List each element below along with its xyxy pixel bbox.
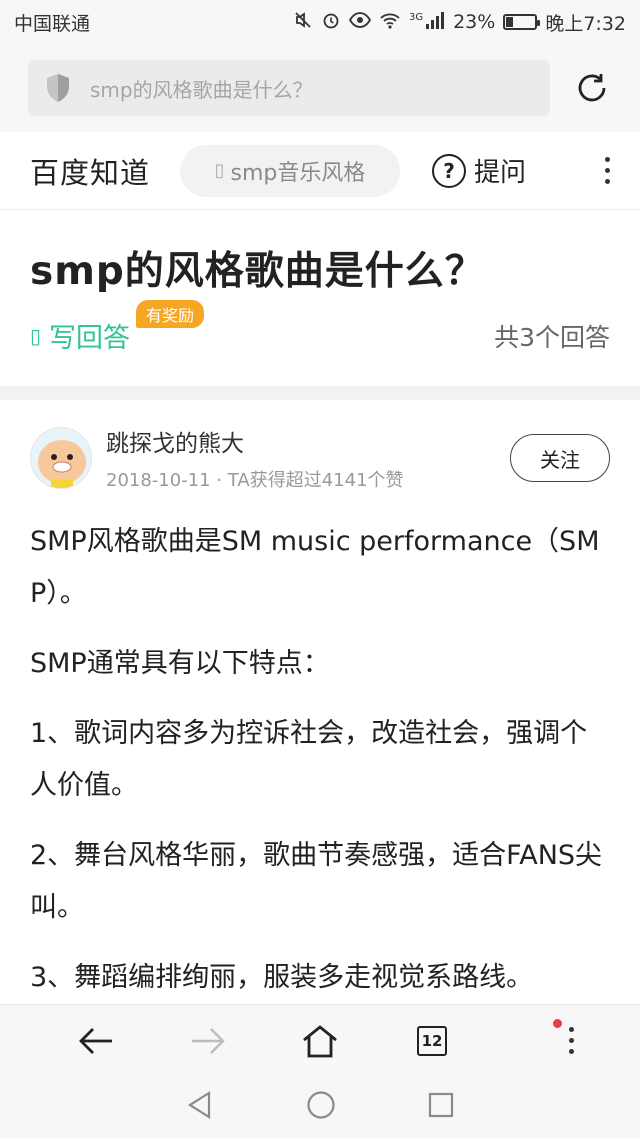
system-recents-button[interactable] xyxy=(427,1091,455,1123)
more-vertical-icon xyxy=(569,1027,574,1054)
browser-menu-button[interactable] xyxy=(514,1011,574,1071)
author-row: 跳探戈的熊大 2018-10-11 · TA获得超过4141个赞 关注 xyxy=(30,400,610,516)
follow-button[interactable]: 关注 xyxy=(510,434,610,482)
system-home-button[interactable] xyxy=(306,1090,336,1124)
browser-toolbar: 12 xyxy=(0,1004,640,1076)
battery-percent: 23% xyxy=(453,11,496,33)
ask-question-button[interactable]: ? 提问 xyxy=(432,152,526,189)
answer-paragraph: 1、歌词内容多为控诉社会，改造社会，强调个人价值。 xyxy=(30,718,588,801)
square-recents-icon xyxy=(428,1092,453,1118)
cartoon-face-icon xyxy=(31,428,91,488)
answer-paragraph: SMP风格歌曲是SM music performance（SMP）。 xyxy=(30,526,600,609)
battery-icon xyxy=(503,14,541,30)
site-logo[interactable]: 百度知道 xyxy=(30,150,150,192)
tabs-button[interactable]: 12 xyxy=(402,1011,462,1071)
url-field[interactable]: smp的风格歌曲是什么？ xyxy=(28,60,551,116)
home-button[interactable] xyxy=(290,1011,350,1071)
answer-card: 跳探戈的熊大 2018-10-11 · TA获得超过4141个赞 关注 SMP风… xyxy=(0,400,640,1004)
more-menu-icon[interactable] xyxy=(605,157,610,184)
status-bar: 中国联通 3G 23% 晚上7:32 xyxy=(0,0,640,44)
meta-separator: · xyxy=(216,470,228,491)
network-type-label: 3G xyxy=(408,11,424,23)
back-button[interactable] xyxy=(66,1011,126,1071)
avatar[interactable] xyxy=(30,427,92,489)
wifi-icon xyxy=(379,10,401,35)
question-title: smp的风格歌曲是什么？ xyxy=(30,249,485,294)
home-icon xyxy=(303,1024,337,1057)
tab-count: 12 xyxy=(417,1025,447,1056)
likes-text: TA获得超过4141个赞 xyxy=(227,470,404,491)
author-name[interactable]: 跳探戈的熊大 xyxy=(106,424,404,458)
author-meta: 2018-10-11 · TA获得超过4141个赞 xyxy=(106,466,404,492)
question-actions: ▯ 写回答 有奖励 共3个回答 xyxy=(30,300,610,355)
alarm-icon xyxy=(321,10,341,35)
section-divider xyxy=(0,386,640,400)
search-icon: ▯ xyxy=(214,160,225,181)
circle-home-icon xyxy=(307,1091,335,1119)
reward-badge: 有奖励 xyxy=(136,300,205,328)
eye-icon xyxy=(348,10,372,35)
clock: 晚上7:32 xyxy=(545,12,626,35)
carrier-name: 中国联通 xyxy=(14,12,91,35)
author-info: 跳探戈的熊大 2018-10-11 · TA获得超过4141个赞 xyxy=(106,424,404,492)
answer-paragraph: SMP通常具有以下特点： xyxy=(30,648,330,679)
site-search-box[interactable]: ▯ smp音乐风格 xyxy=(180,144,401,197)
answer-paragraph: 3、舞蹈编排绚丽，服装多走视觉系路线。 xyxy=(30,962,534,993)
ask-label: 提问 xyxy=(474,158,527,188)
refresh-button[interactable] xyxy=(572,68,612,108)
answer-paragraph: 2、舞台风格华丽，歌曲节奏感强，适合FANS尖叫。 xyxy=(30,840,603,923)
answer-body: SMP风格歌曲是SM music performance（SMP）。 SMP通常… xyxy=(30,516,610,1004)
status-icons: 3G 23% 晚上7:32 xyxy=(293,9,626,36)
system-back-button[interactable] xyxy=(185,1090,215,1124)
shield-icon xyxy=(47,74,69,102)
arrow-left-icon xyxy=(79,1027,112,1054)
url-text: smp的风格歌曲是什么？ xyxy=(90,77,313,102)
pen-icon: ▯ xyxy=(30,323,42,348)
refresh-icon xyxy=(578,74,606,102)
system-nav-bar xyxy=(0,1076,640,1138)
site-header: 百度知道 ▯ smp音乐风格 ? 提问 xyxy=(0,132,640,210)
site-search-text: smp音乐风格 xyxy=(230,160,366,186)
arrow-right-icon xyxy=(192,1027,225,1054)
mute-icon xyxy=(293,10,313,35)
question-mark-icon: ? xyxy=(432,153,467,188)
answer-count[interactable]: 共3个回答 xyxy=(494,318,610,354)
question-section: smp的风格歌曲是什么？ ▯ 写回答 有奖励 共3个回答 xyxy=(0,210,640,386)
answer-date: 2018-10-11 xyxy=(106,470,211,491)
forward-button[interactable] xyxy=(178,1011,238,1071)
signal-icon xyxy=(425,10,445,35)
write-answer-button[interactable]: ▯ 写回答 有奖励 xyxy=(30,300,205,355)
triangle-back-icon xyxy=(188,1091,211,1119)
notification-dot xyxy=(553,1018,562,1028)
browser-address-bar: smp的风格歌曲是什么？ xyxy=(0,44,640,132)
write-answer-label: 写回答 xyxy=(49,323,131,354)
